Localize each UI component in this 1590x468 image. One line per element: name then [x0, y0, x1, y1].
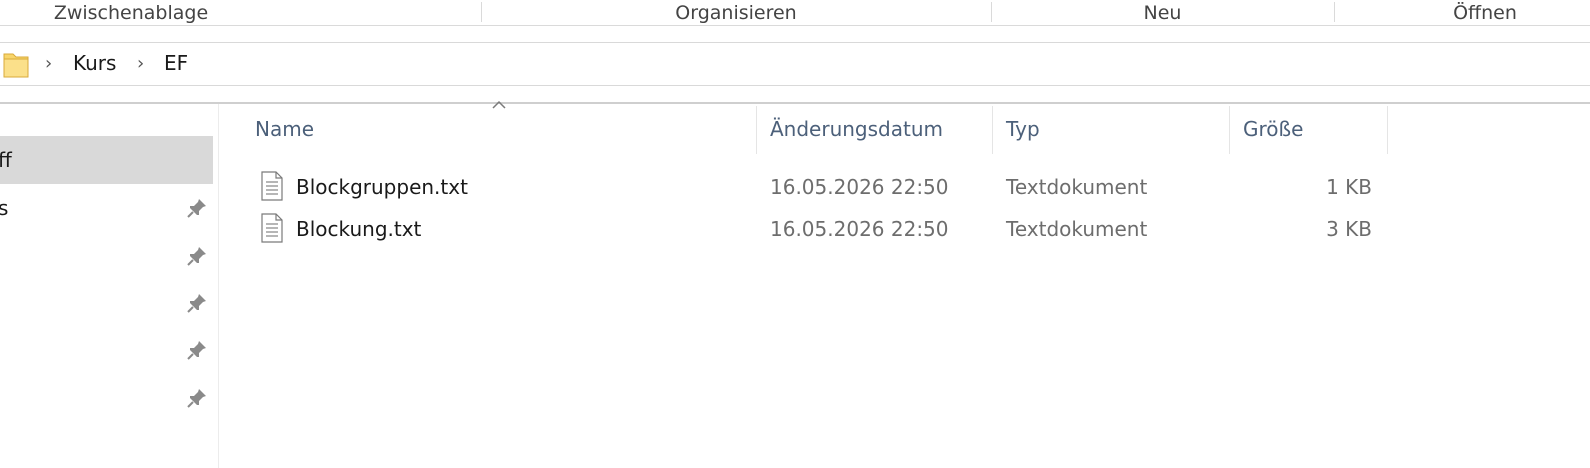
file-row[interactable]: Blockgruppen.txt 16.05.2026 22:50 Textdo… [250, 166, 1390, 208]
breadcrumb-kurs[interactable]: Kurs [73, 51, 116, 75]
breadcrumb-chevron-icon[interactable]: › [45, 53, 52, 74]
column-header-size[interactable]: Größe [1243, 104, 1387, 154]
file-row[interactable]: Blockung.txt 16.05.2026 22:50 Textdokume… [250, 208, 1390, 250]
file-date: 16.05.2026 22:50 [770, 175, 949, 199]
nav-item[interactable] [0, 326, 213, 374]
navigation-pane: ff s [0, 104, 219, 468]
column-header-name[interactable]: Name [255, 104, 755, 154]
column-divider[interactable] [1229, 106, 1230, 154]
pin-icon[interactable] [186, 197, 208, 219]
column-divider[interactable] [756, 106, 757, 154]
pin-icon[interactable] [186, 292, 208, 314]
nav-item-selected[interactable]: ff [0, 136, 213, 184]
ribbon-group-open: Öffnen [1453, 2, 1517, 24]
file-date: 16.05.2026 22:50 [770, 217, 949, 241]
breadcrumb-chevron-icon[interactable]: › [137, 53, 144, 74]
nav-item[interactable] [0, 374, 213, 422]
pin-icon[interactable] [186, 339, 208, 361]
column-header-date[interactable]: Änderungsdatum [770, 104, 992, 154]
column-divider[interactable] [992, 106, 993, 154]
nav-item[interactable] [0, 279, 213, 327]
file-name: Blockung.txt [296, 217, 422, 241]
folder-icon [3, 53, 29, 78]
nav-item[interactable]: s [0, 184, 213, 232]
file-name: Blockgruppen.txt [296, 175, 468, 199]
ribbon-group-clipboard: Zwischenablage [53, 2, 209, 24]
file-size: 1 KB [1326, 175, 1372, 199]
ribbon-group-organize: Organisieren [675, 2, 797, 24]
pin-icon[interactable] [186, 387, 208, 409]
file-type: Textdokument [1006, 217, 1148, 241]
text-file-icon [261, 171, 283, 201]
breadcrumb-ef[interactable]: EF [164, 51, 188, 75]
text-file-icon [261, 213, 283, 243]
file-type: Textdokument [1006, 175, 1148, 199]
address-bar[interactable]: › Kurs › EF [0, 42, 1590, 86]
ribbon-group-labels: Zwischenablage Organisieren Neu Öffnen [0, 0, 1590, 26]
nav-item-label: ff [0, 148, 12, 172]
pin-icon[interactable] [186, 245, 208, 267]
ribbon-group-new: Neu [1143, 2, 1182, 24]
column-header-type[interactable]: Typ [1006, 104, 1228, 154]
nav-item[interactable] [0, 232, 213, 280]
file-size: 3 KB [1326, 217, 1372, 241]
nav-item-label: s [0, 196, 9, 220]
column-divider[interactable] [1387, 106, 1388, 154]
